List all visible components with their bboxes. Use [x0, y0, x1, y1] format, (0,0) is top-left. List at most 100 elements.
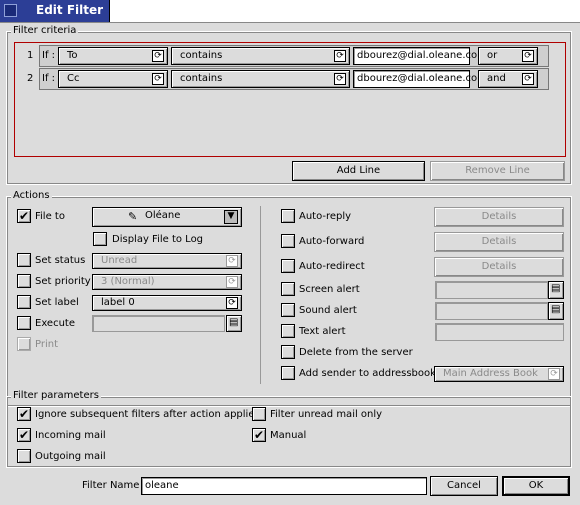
- delete-from-server-checkbox[interactable]: [281, 345, 295, 359]
- execute-checkbox[interactable]: [17, 316, 31, 330]
- check-icon: ✔: [18, 428, 30, 442]
- criteria-operator-popup[interactable]: contains ⟳: [171, 70, 350, 88]
- display-file-to-log-label: Display File to Log: [112, 234, 204, 245]
- screen-alert-checkbox[interactable]: [281, 282, 295, 296]
- execute-browse-button[interactable]: ▤: [226, 315, 242, 332]
- dropdown-arrow-icon: ▼: [224, 210, 238, 224]
- display-file-to-log-checkbox[interactable]: [93, 232, 107, 246]
- manual-label: Manual: [270, 430, 307, 441]
- if-label: If :: [42, 73, 56, 84]
- screen-alert-input[interactable]: [435, 281, 548, 299]
- text-alert-checkbox[interactable]: [281, 324, 295, 338]
- criteria-field-value: To: [67, 50, 78, 61]
- folder-icon: ✎: [128, 210, 138, 223]
- actions-divider: [260, 206, 261, 384]
- auto-forward-details-button[interactable]: Details: [434, 232, 564, 252]
- set-label-value: label 0: [101, 297, 135, 308]
- outgoing-mail-checkbox[interactable]: [17, 449, 31, 463]
- criteria-list: 1 If : To ⟳ contains ⟳ dbourez@dial.olea…: [14, 42, 566, 157]
- file-to-folder-popup[interactable]: ✎ Oléane ▼: [92, 207, 242, 227]
- criteria-field-popup[interactable]: To ⟳: [58, 47, 168, 65]
- file-picker-icon: ▤: [551, 304, 561, 315]
- popup-arrow-icon: ⟳: [334, 50, 346, 62]
- check-icon: ✔: [253, 428, 265, 442]
- text-alert-label: Text alert: [299, 326, 346, 337]
- sound-alert-input[interactable]: [435, 302, 548, 320]
- add-sender-checkbox[interactable]: [281, 366, 295, 380]
- filter-name-value: oleane: [145, 480, 179, 491]
- file-to-label: File to: [35, 211, 65, 222]
- dialog-body: Filter criteria 1 If : To ⟳ contains ⟳ d…: [0, 22, 580, 505]
- popup-arrow-icon: ⟳: [522, 73, 534, 85]
- auto-forward-label: Auto-forward: [299, 236, 365, 247]
- delete-from-server-label: Delete from the server: [299, 347, 413, 358]
- popup-arrow-icon: ⟳: [152, 73, 164, 85]
- criteria-row-number: 2: [27, 73, 34, 84]
- window-tab[interactable]: Edit Filter: [0, 0, 110, 22]
- sound-alert-browse-button[interactable]: ▤: [548, 302, 564, 320]
- set-status-checkbox[interactable]: [17, 253, 31, 267]
- check-icon: ✔: [18, 407, 30, 421]
- print-checkbox[interactable]: [17, 337, 31, 351]
- execute-input[interactable]: [92, 315, 225, 332]
- auto-redirect-label: Auto-redirect: [299, 261, 365, 272]
- auto-reply-label: Auto-reply: [299, 211, 352, 222]
- addressbook-popup[interactable]: Main Address Book ⟳: [434, 366, 564, 382]
- close-box-icon[interactable]: [4, 4, 17, 17]
- file-to-checkbox[interactable]: ✔: [17, 209, 31, 223]
- popup-arrow-icon: ⟳: [226, 255, 238, 267]
- screen-alert-browse-button[interactable]: ▤: [548, 281, 564, 299]
- manual-checkbox[interactable]: ✔: [252, 428, 266, 442]
- window-title: Edit Filter: [36, 3, 104, 17]
- criteria-value-input[interactable]: dbourez@dial.oleane.co: [353, 47, 477, 65]
- criteria-row: If : Cc ⟳ contains ⟳ dbourez@dial.oleane…: [39, 68, 549, 90]
- criteria-value-text: dbourez@dial.oleane.co: [357, 50, 478, 61]
- cancel-button[interactable]: Cancel: [430, 476, 498, 496]
- set-priority-value: 3 (Normal): [101, 276, 155, 287]
- criteria-conjunction-popup[interactable]: or ⟳: [478, 47, 538, 65]
- auto-reply-details-button[interactable]: Details: [434, 207, 564, 227]
- filter-unread-only-checkbox[interactable]: [252, 407, 266, 421]
- outgoing-mail-label: Outgoing mail: [35, 451, 106, 462]
- if-label: If :: [42, 50, 56, 61]
- criteria-conjunction-popup[interactable]: and ⟳: [478, 70, 538, 88]
- set-priority-checkbox[interactable]: [17, 274, 31, 288]
- filter-parameters-legend: Filter parameters: [11, 390, 101, 401]
- auto-forward-checkbox[interactable]: [281, 234, 295, 248]
- criteria-operator-value: contains: [180, 50, 223, 61]
- filter-criteria-legend: Filter criteria: [11, 25, 79, 36]
- execute-label: Execute: [35, 318, 75, 329]
- popup-arrow-icon: ⟳: [226, 297, 238, 309]
- set-status-value: Unread: [101, 255, 138, 266]
- popup-arrow-icon: ⟳: [548, 368, 560, 380]
- ignore-subsequent-label: Ignore subsequent filters after action a…: [35, 409, 261, 420]
- auto-redirect-checkbox[interactable]: [281, 259, 295, 273]
- set-status-popup[interactable]: Unread ⟳: [92, 253, 242, 269]
- ignore-subsequent-checkbox[interactable]: ✔: [17, 407, 31, 421]
- edit-filter-window: Edit Filter Filter criteria 1 If : To ⟳ …: [0, 0, 580, 505]
- incoming-mail-checkbox[interactable]: ✔: [17, 428, 31, 442]
- set-priority-popup[interactable]: 3 (Normal) ⟳: [92, 274, 242, 290]
- criteria-conjunction-value: or: [487, 50, 498, 61]
- filter-name-input[interactable]: oleane: [141, 477, 427, 495]
- popup-arrow-icon: ⟳: [334, 73, 346, 85]
- remove-line-button[interactable]: Remove Line: [430, 161, 565, 181]
- ok-button[interactable]: OK: [502, 476, 570, 496]
- criteria-value-input[interactable]: dbourez@dial.oleane.co: [353, 70, 477, 88]
- add-sender-label: Add sender to addressbook: [299, 368, 436, 379]
- auto-redirect-details-button[interactable]: Details: [434, 257, 564, 277]
- file-picker-icon: ▤: [229, 317, 239, 328]
- title-bar: Edit Filter: [0, 0, 580, 22]
- text-alert-input[interactable]: [435, 323, 564, 341]
- popup-arrow-icon: ⟳: [152, 50, 164, 62]
- set-label-label: Set label: [35, 297, 79, 308]
- criteria-operator-popup[interactable]: contains ⟳: [171, 47, 350, 65]
- add-line-button[interactable]: Add Line: [292, 161, 425, 181]
- file-to-folder-value: Oléane: [145, 210, 181, 221]
- auto-reply-checkbox[interactable]: [281, 209, 295, 223]
- criteria-field-popup[interactable]: Cc ⟳: [58, 70, 168, 88]
- set-label-popup[interactable]: label 0 ⟳: [92, 295, 242, 311]
- sound-alert-checkbox[interactable]: [281, 303, 295, 317]
- set-label-checkbox[interactable]: [17, 295, 31, 309]
- file-picker-icon: ▤: [551, 283, 561, 294]
